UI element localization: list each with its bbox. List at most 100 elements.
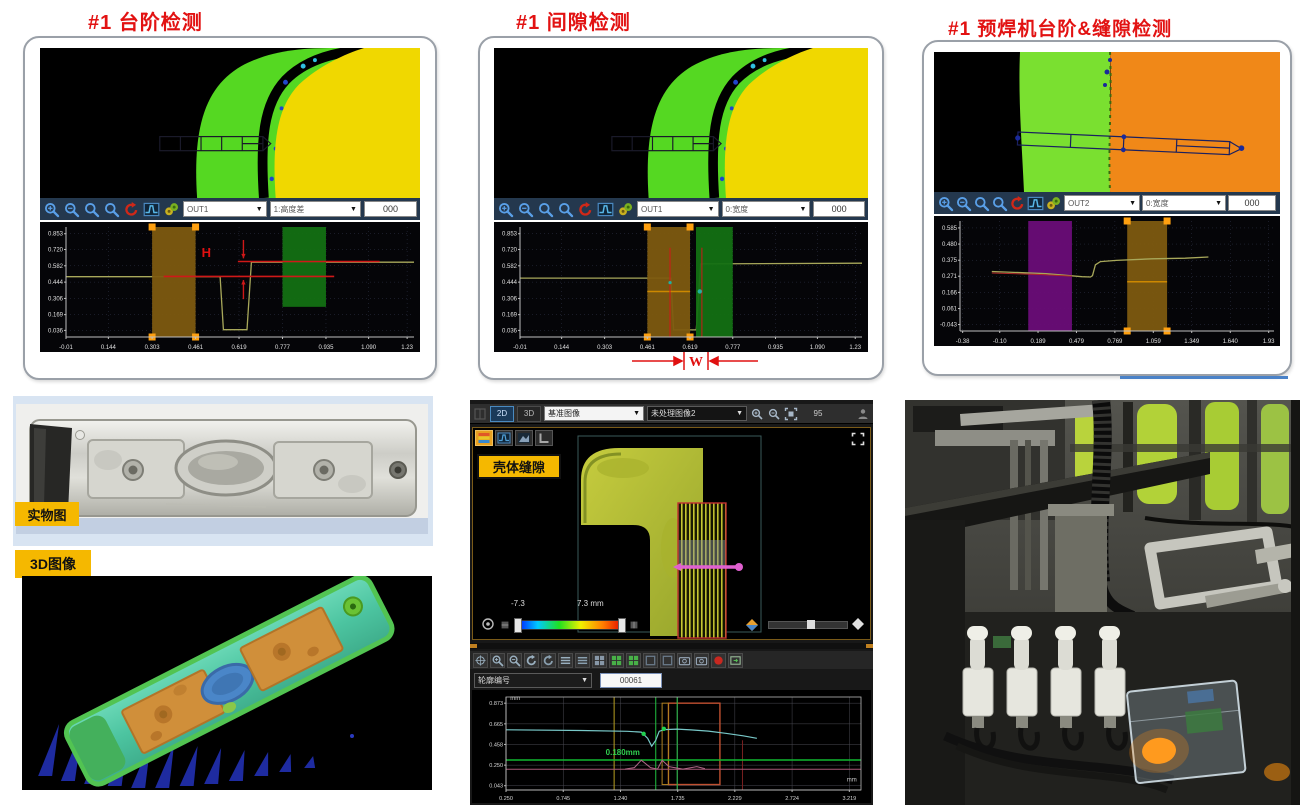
target-icon[interactable] — [481, 617, 495, 631]
preweld-detection-card: OUT2 ▼ 0:宽度 ▼ 000 0.5850.4800.3750.2710.… — [922, 40, 1292, 376]
measure-value-box[interactable]: 000 — [364, 201, 417, 217]
zoom-out-tool-icon[interactable] — [955, 195, 972, 212]
svg-text:mm: mm — [847, 778, 857, 784]
snapshot2-icon[interactable] — [694, 653, 709, 668]
view-scrollbar[interactable] — [768, 621, 848, 629]
user-icon[interactable] — [856, 407, 870, 421]
measure-mode-select[interactable]: 0:宽度 ▼ — [1142, 195, 1226, 211]
surface-view-icon[interactable] — [515, 430, 533, 446]
zoom-fit-icon[interactable] — [83, 201, 100, 218]
grid-icon[interactable] — [592, 653, 607, 668]
green-palette2-icon[interactable] — [626, 653, 641, 668]
colorbar-min-handle[interactable] — [514, 618, 522, 633]
measure-value-box[interactable]: 000 — [1228, 195, 1276, 211]
svg-text:1.93: 1.93 — [1263, 339, 1275, 345]
heightmap-view-icon[interactable] — [475, 430, 493, 446]
reset-icon[interactable] — [1009, 195, 1026, 212]
measure-mode-select[interactable]: 1:高度差 ▼ — [270, 201, 361, 217]
output-select[interactable]: OUT2 ▼ — [1064, 195, 1140, 211]
diamond-icon[interactable] — [851, 617, 865, 631]
svg-text:0.458: 0.458 — [489, 742, 503, 748]
settings-icon[interactable] — [617, 201, 634, 218]
range-min-label: -7.3 — [511, 599, 525, 608]
profile-number-select[interactable]: 轮廓编号 ▼ — [474, 673, 592, 688]
zoom-fit-icon[interactable] — [784, 407, 798, 421]
measure-mode-select[interactable]: 0:宽度 ▼ — [722, 201, 811, 217]
render3d-label: 3D图像 — [15, 550, 91, 578]
zoom-in-icon[interactable] — [750, 407, 764, 421]
output-select[interactable]: OUT1 ▼ — [637, 201, 719, 217]
measure-height-icon[interactable] — [558, 653, 573, 668]
base-image-select[interactable]: 基准图像 ▼ — [544, 406, 644, 421]
layer2-icon[interactable] — [660, 653, 675, 668]
zoom-area-icon[interactable] — [937, 195, 954, 212]
svg-text:-0.38: -0.38 — [956, 339, 970, 345]
zoom-select-icon[interactable] — [991, 195, 1008, 212]
settings-icon[interactable] — [163, 201, 180, 218]
svg-text:0.480: 0.480 — [942, 242, 958, 248]
export-icon[interactable] — [728, 653, 743, 668]
fullscreen-icon[interactable] — [851, 432, 865, 446]
step-profile-chart: 0.8530.7200.5820.4440.3060.1690.036-0.01… — [40, 222, 420, 352]
raw-image-select[interactable]: 未处理图像2 ▼ — [647, 406, 747, 421]
svg-text:0.250: 0.250 — [489, 763, 503, 769]
palette-diamond-icon[interactable] — [745, 618, 759, 632]
zoom-select-icon[interactable] — [557, 201, 574, 218]
measure-width-icon[interactable] — [575, 653, 590, 668]
svg-text:W: W — [689, 355, 703, 370]
scrollbar-handle[interactable] — [807, 620, 815, 629]
divider-handle[interactable] — [470, 644, 477, 648]
zoom-fit-icon[interactable] — [537, 201, 554, 218]
rotate-right-icon[interactable] — [541, 653, 556, 668]
settings-icon[interactable] — [1045, 195, 1062, 212]
output-select[interactable]: OUT1 ▼ — [183, 201, 267, 217]
layer-icon[interactable] — [643, 653, 658, 668]
svg-text:0.873: 0.873 — [489, 701, 503, 707]
svg-text:0.720: 0.720 — [502, 247, 518, 253]
profile-graph-icon[interactable] — [597, 201, 614, 218]
zoom-area-icon[interactable] — [497, 201, 514, 218]
rotate-left-icon[interactable] — [524, 653, 539, 668]
zoom-area-icon[interactable] — [43, 201, 60, 218]
step-scan-toolbar: OUT1 ▼ 1:高度差 ▼ 000 — [40, 198, 420, 220]
zoom-in-icon[interactable] — [490, 653, 505, 668]
svg-text:0.665: 0.665 — [489, 722, 503, 728]
divider-handle[interactable] — [866, 644, 873, 648]
profile-graph-icon[interactable] — [143, 201, 160, 218]
tab-3d[interactable]: 3D — [517, 406, 541, 422]
pan-icon[interactable] — [473, 653, 488, 668]
height-colorbar[interactable] — [515, 620, 625, 630]
slide-root: #1 台阶检测 #1 间隙检测 #1 预焊机台阶&缝隙检测 — [0, 0, 1300, 805]
zoom-out-icon[interactable] — [767, 407, 781, 421]
shell-gap-profile-chart: 0.8730.6650.4580.2500.0430.2500.7451.240… — [472, 690, 871, 803]
chevron-down-icon: ▼ — [581, 677, 588, 684]
profile-graph-icon[interactable] — [1027, 195, 1044, 212]
svg-text:0.585: 0.585 — [942, 226, 958, 232]
step-detection-title: #1 台阶检测 — [88, 6, 203, 35]
bracket-left-icon[interactable] — [499, 618, 511, 632]
measure-value-box[interactable]: 000 — [813, 201, 865, 217]
green-palette-icon[interactable] — [609, 653, 624, 668]
profile-view-icon[interactable] — [495, 430, 513, 446]
reset-icon[interactable] — [577, 201, 594, 218]
zoom-out-tool-icon[interactable] — [517, 201, 534, 218]
bracket-right-icon[interactable] — [628, 618, 640, 632]
layout-icon[interactable] — [473, 407, 487, 421]
gap-profile-chart: 0.8530.7200.5820.4440.3060.1690.036-0.01… — [494, 222, 868, 352]
zoom-out-tool-icon[interactable] — [63, 201, 80, 218]
step-scan-image — [40, 48, 420, 198]
angle-view-icon[interactable] — [535, 430, 553, 446]
record-icon[interactable] — [711, 653, 726, 668]
svg-text:1.059: 1.059 — [1146, 339, 1162, 345]
snapshot-icon[interactable] — [677, 653, 692, 668]
svg-text:0.375: 0.375 — [942, 258, 958, 264]
svg-text:0.036: 0.036 — [502, 328, 518, 334]
svg-text:0.461: 0.461 — [188, 345, 204, 351]
profile-number-value[interactable]: 00061 — [600, 673, 662, 688]
tab-2d[interactable]: 2D — [490, 406, 514, 422]
zoom-select-icon[interactable] — [103, 201, 120, 218]
colorbar-max-handle[interactable] — [618, 618, 626, 633]
zoom-out-icon[interactable] — [507, 653, 522, 668]
zoom-fit-icon[interactable] — [973, 195, 990, 212]
reset-icon[interactable] — [123, 201, 140, 218]
